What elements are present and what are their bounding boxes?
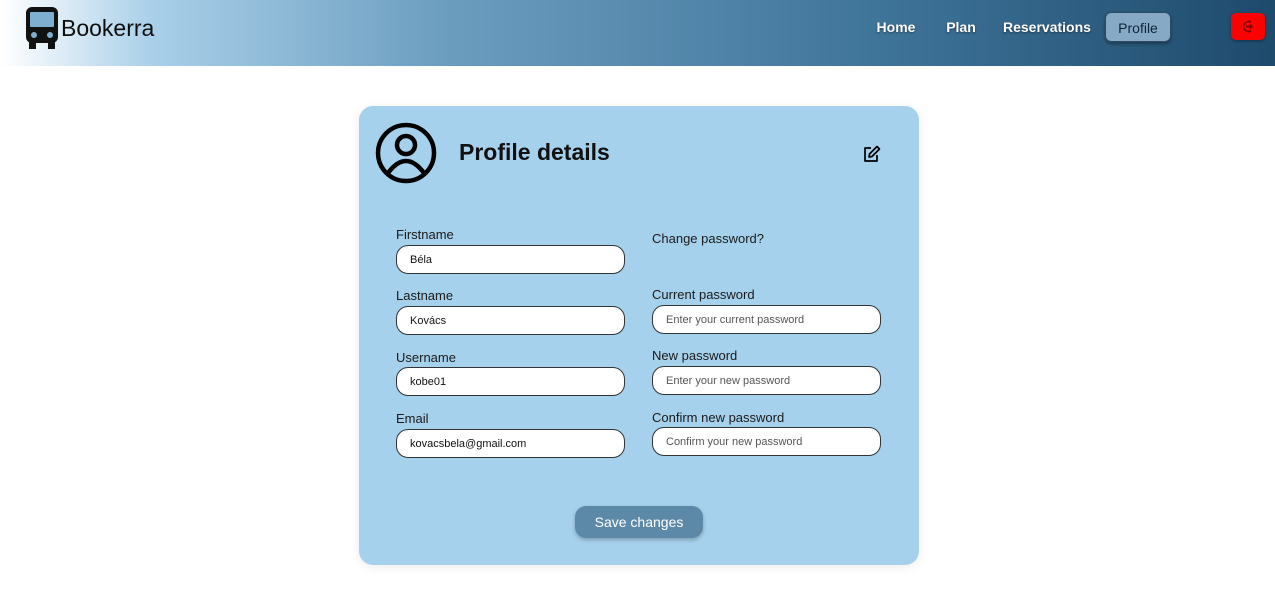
top-navbar: Bookerra Home Plan Reservations Profile [0, 0, 1275, 66]
edit-icon[interactable] [861, 144, 881, 164]
exit-icon [1243, 20, 1253, 33]
page-title: Profile details [459, 139, 610, 165]
firstname-field[interactable] [396, 245, 625, 274]
change-password-heading: Change password? [652, 231, 765, 246]
nav-home[interactable]: Home [874, 12, 918, 42]
email-label: Email [396, 411, 429, 426]
confirm-password-field[interactable] [652, 427, 881, 456]
new-password-label: New password [652, 348, 738, 363]
save-changes-button[interactable]: Save changes [575, 506, 703, 538]
brand-name[interactable]: Bookerra [61, 15, 154, 42]
nav-reservations[interactable]: Reservations [1003, 12, 1091, 42]
lastname-field[interactable] [396, 306, 625, 335]
bus-logo-icon [26, 7, 58, 49]
lastname-label: Lastname [396, 288, 454, 303]
user-circle-icon [375, 122, 437, 184]
nav-profile[interactable]: Profile [1105, 12, 1171, 42]
username-label: Username [396, 350, 456, 365]
new-password-field[interactable] [652, 366, 881, 395]
username-field[interactable] [396, 367, 625, 396]
firstname-label: Firstname [396, 227, 454, 242]
profile-card: Profile details Firstname Lastname Usern… [359, 106, 919, 565]
nav-plan[interactable]: Plan [943, 12, 979, 42]
confirm-password-label: Confirm new password [652, 410, 785, 425]
current-password-label: Current password [652, 287, 755, 302]
current-password-field[interactable] [652, 305, 881, 334]
logout-button[interactable] [1231, 13, 1265, 40]
email-field[interactable] [396, 429, 625, 458]
